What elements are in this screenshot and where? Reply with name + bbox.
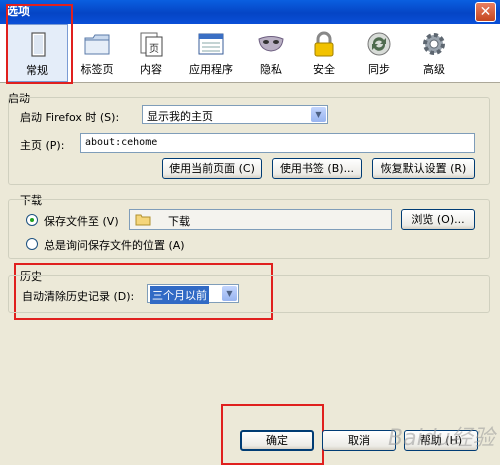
tab-tabs[interactable]: 标签页 <box>66 24 128 82</box>
tab-security-label: 安全 <box>313 63 335 76</box>
annotation-box-general <box>6 4 73 84</box>
always-ask-radio[interactable] <box>26 238 38 250</box>
always-ask-label: 总是询问保存文件的位置 (A) <box>44 239 185 252</box>
title-bar: 选项 ✕ <box>0 0 500 24</box>
chevron-down-icon: ▼ <box>311 107 326 122</box>
tab-tabs-label: 标签页 <box>80 63 114 76</box>
chevron-down-icon: ▼ <box>222 286 237 301</box>
use-current-page-button[interactable]: 使用当前页面 (C) <box>162 158 262 179</box>
cancel-button[interactable]: 取消 <box>322 430 396 451</box>
use-bookmark-button[interactable]: 使用书签 (B)... <box>272 158 362 179</box>
download-folder-field[interactable]: 下载 <box>129 209 392 230</box>
close-button[interactable]: ✕ <box>475 2 496 22</box>
browse-button[interactable]: 浏览 (O)... <box>401 209 475 230</box>
privacy-mask-icon <box>258 36 284 52</box>
download-folder-value: 下载 <box>168 215 190 228</box>
svg-text:页: 页 <box>149 43 159 55</box>
startup-when-value: 显示我的主页 <box>147 110 213 123</box>
radio-selected-dot <box>30 218 34 222</box>
close-icon: ✕ <box>479 4 492 20</box>
tab-content-label: 内容 <box>140 63 162 76</box>
tab-sync[interactable]: 同步 <box>348 24 410 82</box>
tab-sync-label: 同步 <box>368 63 390 76</box>
advanced-gear-icon <box>423 33 445 55</box>
tabs-folder-icon <box>84 34 110 55</box>
sync-arrows-icon <box>367 32 391 56</box>
tab-security[interactable]: 安全 <box>293 24 355 82</box>
folder-icon <box>135 214 151 226</box>
tab-applications[interactable]: 应用程序 <box>180 24 242 82</box>
content-page-icon: 页 <box>140 32 163 57</box>
applications-window-icon <box>198 33 224 55</box>
tab-applications-label: 应用程序 <box>189 63 233 76</box>
options-toolbar: 常规 标签页 页 内容 应用程序 隐私 安全 同步 高级 <box>0 24 500 83</box>
ok-button[interactable]: 确定 <box>240 430 314 451</box>
homepage-value: about:cehome <box>85 137 158 148</box>
tab-advanced-label: 高级 <box>423 63 445 76</box>
watermark: Baidu经验 <box>388 426 495 451</box>
save-to-radio[interactable] <box>26 214 38 226</box>
security-lock-icon <box>314 31 334 57</box>
homepage-input[interactable]: about:cehome <box>80 133 475 153</box>
tab-advanced[interactable]: 高级 <box>403 24 465 82</box>
restore-default-button[interactable]: 恢复默认设置 (R) <box>372 158 475 179</box>
startup-when-select[interactable]: 显示我的主页 ▼ <box>142 105 328 124</box>
auto-clear-value: 三个月以前 <box>150 286 209 304</box>
startup-when-label: 启动 Firefox 时 (S): <box>20 111 120 124</box>
tab-content[interactable]: 页 内容 <box>120 24 182 82</box>
auto-clear-label: 自动清除历史记录 (D): <box>22 290 135 303</box>
homepage-label: 主页 (P): <box>20 139 65 152</box>
auto-clear-select[interactable]: 三个月以前 ▼ <box>147 284 239 304</box>
save-to-label: 保存文件至 (V) <box>44 215 119 228</box>
